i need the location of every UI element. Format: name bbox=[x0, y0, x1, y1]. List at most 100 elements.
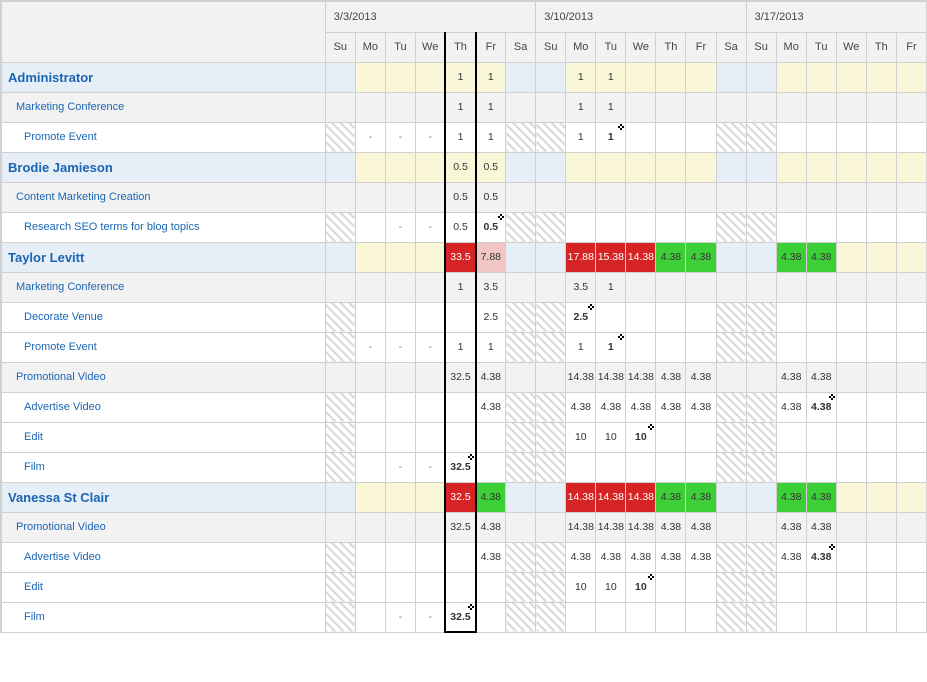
grid-cell[interactable]: 4.38 bbox=[806, 362, 836, 392]
summary-label[interactable]: Promotional Video bbox=[2, 512, 325, 542]
summary-label[interactable]: Promotional Video bbox=[2, 362, 325, 392]
grid-cell[interactable]: - bbox=[385, 122, 415, 152]
grid-cell[interactable]: 0.5 bbox=[445, 182, 475, 212]
grid-cell[interactable]: 1 bbox=[445, 122, 475, 152]
grid-cell[interactable]: 4.38 bbox=[776, 392, 806, 422]
grid-cell[interactable]: 14.38 bbox=[626, 242, 656, 272]
grid-cell[interactable]: 14.38 bbox=[626, 512, 656, 542]
grid-cell[interactable]: 4.38 bbox=[656, 242, 686, 272]
grid-cell[interactable]: - bbox=[415, 332, 445, 362]
summary-label[interactable]: Marketing Conference bbox=[2, 92, 325, 122]
grid-cell[interactable]: 14.38 bbox=[566, 482, 596, 512]
grid-cell[interactable]: 4.38 bbox=[686, 362, 716, 392]
grid-cell[interactable]: - bbox=[385, 332, 415, 362]
resource-label[interactable]: Brodie Jamieson bbox=[2, 152, 325, 182]
grid-cell[interactable]: 1 bbox=[596, 332, 626, 362]
grid-cell[interactable]: 4.38 bbox=[596, 542, 626, 572]
grid-cell[interactable]: 4.38 bbox=[776, 512, 806, 542]
grid-cell[interactable]: 1 bbox=[445, 92, 475, 122]
grid-cell[interactable]: 0.5 bbox=[445, 152, 475, 182]
grid-cell[interactable]: 4.38 bbox=[656, 512, 686, 542]
grid-cell[interactable]: 32.5 bbox=[445, 482, 475, 512]
grid-cell[interactable]: 4.38 bbox=[686, 392, 716, 422]
grid-cell[interactable]: 1 bbox=[445, 272, 475, 302]
grid-cell[interactable]: 15.38 bbox=[596, 242, 626, 272]
grid-cell[interactable]: 1 bbox=[476, 92, 506, 122]
grid-cell[interactable]: 4.38 bbox=[686, 482, 716, 512]
grid-cell[interactable]: 10 bbox=[626, 572, 656, 602]
grid-cell[interactable]: 10 bbox=[596, 572, 626, 602]
assignment-label[interactable]: Edit bbox=[2, 422, 325, 452]
grid-cell[interactable]: 1 bbox=[596, 272, 626, 302]
grid-cell[interactable]: 33.5 bbox=[445, 242, 475, 272]
assignment-label[interactable]: Advertise Video bbox=[2, 392, 325, 422]
grid-cell[interactable]: 4.38 bbox=[806, 242, 836, 272]
grid-cell[interactable]: 4.38 bbox=[476, 512, 506, 542]
grid-cell[interactable]: 4.38 bbox=[686, 512, 716, 542]
grid-cell[interactable]: 32.5 bbox=[445, 362, 475, 392]
grid-cell[interactable]: 4.38 bbox=[656, 482, 686, 512]
grid-cell[interactable]: 1 bbox=[566, 122, 596, 152]
grid-cell[interactable]: 1 bbox=[566, 332, 596, 362]
grid-cell[interactable]: 4.38 bbox=[776, 542, 806, 572]
grid-cell[interactable]: 4.38 bbox=[806, 512, 836, 542]
grid-cell[interactable]: 14.38 bbox=[596, 512, 626, 542]
grid-cell[interactable]: 4.38 bbox=[776, 362, 806, 392]
grid-cell[interactable]: 1 bbox=[566, 92, 596, 122]
assignment-label[interactable]: Film bbox=[2, 452, 325, 482]
grid-cell[interactable]: 32.5 bbox=[445, 602, 475, 632]
grid-cell[interactable]: 4.38 bbox=[566, 542, 596, 572]
assignment-label[interactable]: Decorate Venue bbox=[2, 302, 325, 332]
resource-label[interactable]: Taylor Levitt bbox=[2, 242, 325, 272]
summary-label[interactable]: Marketing Conference bbox=[2, 272, 325, 302]
grid-cell[interactable]: 4.38 bbox=[806, 542, 836, 572]
grid-cell[interactable]: - bbox=[385, 602, 415, 632]
grid-cell[interactable]: 32.5 bbox=[445, 452, 475, 482]
grid-cell[interactable]: 10 bbox=[566, 572, 596, 602]
grid-cell[interactable]: 2.5 bbox=[476, 302, 506, 332]
assignment-label[interactable]: Promote Event bbox=[2, 332, 325, 362]
grid-cell[interactable]: 4.38 bbox=[806, 482, 836, 512]
grid-cell[interactable]: 0.5 bbox=[476, 182, 506, 212]
grid-cell[interactable]: - bbox=[415, 602, 445, 632]
grid-cell[interactable]: 14.38 bbox=[566, 512, 596, 542]
grid-cell[interactable]: 4.38 bbox=[656, 542, 686, 572]
grid-cell[interactable]: 32.5 bbox=[445, 512, 475, 542]
grid-cell[interactable]: 4.38 bbox=[656, 392, 686, 422]
grid-cell[interactable]: - bbox=[355, 122, 385, 152]
grid-cell[interactable]: 10 bbox=[596, 422, 626, 452]
grid-cell[interactable]: 1 bbox=[445, 332, 475, 362]
grid-cell[interactable]: 4.38 bbox=[476, 482, 506, 512]
grid-cell[interactable]: 17.88 bbox=[566, 242, 596, 272]
grid-cell[interactable]: 4.38 bbox=[626, 542, 656, 572]
grid-cell[interactable]: 4.38 bbox=[626, 392, 656, 422]
grid-cell[interactable]: 4.38 bbox=[776, 482, 806, 512]
grid-cell[interactable]: 10 bbox=[566, 422, 596, 452]
grid-cell[interactable]: 14.38 bbox=[626, 482, 656, 512]
grid-cell[interactable]: 7.88 bbox=[476, 242, 506, 272]
grid-cell[interactable]: 1 bbox=[476, 332, 506, 362]
grid-cell[interactable]: 0.5 bbox=[445, 212, 475, 242]
grid-cell[interactable]: 4.38 bbox=[806, 392, 836, 422]
assignment-label[interactable]: Research SEO terms for blog topics bbox=[2, 212, 325, 242]
grid-cell[interactable]: 14.38 bbox=[596, 482, 626, 512]
assignment-label[interactable]: Edit bbox=[2, 572, 325, 602]
grid-cell[interactable]: - bbox=[415, 122, 445, 152]
grid-cell[interactable]: 4.38 bbox=[566, 392, 596, 422]
grid-cell[interactable]: 1 bbox=[566, 62, 596, 92]
grid-cell[interactable]: 2.5 bbox=[566, 302, 596, 332]
grid-cell[interactable]: - bbox=[385, 212, 415, 242]
grid-cell[interactable]: 1 bbox=[596, 62, 626, 92]
assignment-label[interactable]: Advertise Video bbox=[2, 542, 325, 572]
grid-cell[interactable]: - bbox=[385, 452, 415, 482]
grid-cell[interactable]: 14.38 bbox=[596, 362, 626, 392]
assignment-label[interactable]: Promote Event bbox=[2, 122, 325, 152]
grid-cell[interactable]: - bbox=[415, 212, 445, 242]
grid-cell[interactable]: 1 bbox=[596, 122, 626, 152]
grid-cell[interactable]: 4.38 bbox=[596, 392, 626, 422]
grid-cell[interactable]: 1 bbox=[596, 92, 626, 122]
summary-label[interactable]: Content Marketing Creation bbox=[2, 182, 325, 212]
grid-cell[interactable]: 4.38 bbox=[776, 242, 806, 272]
grid-cell[interactable]: 0.5 bbox=[476, 212, 506, 242]
resource-label[interactable]: Administrator bbox=[2, 62, 325, 92]
